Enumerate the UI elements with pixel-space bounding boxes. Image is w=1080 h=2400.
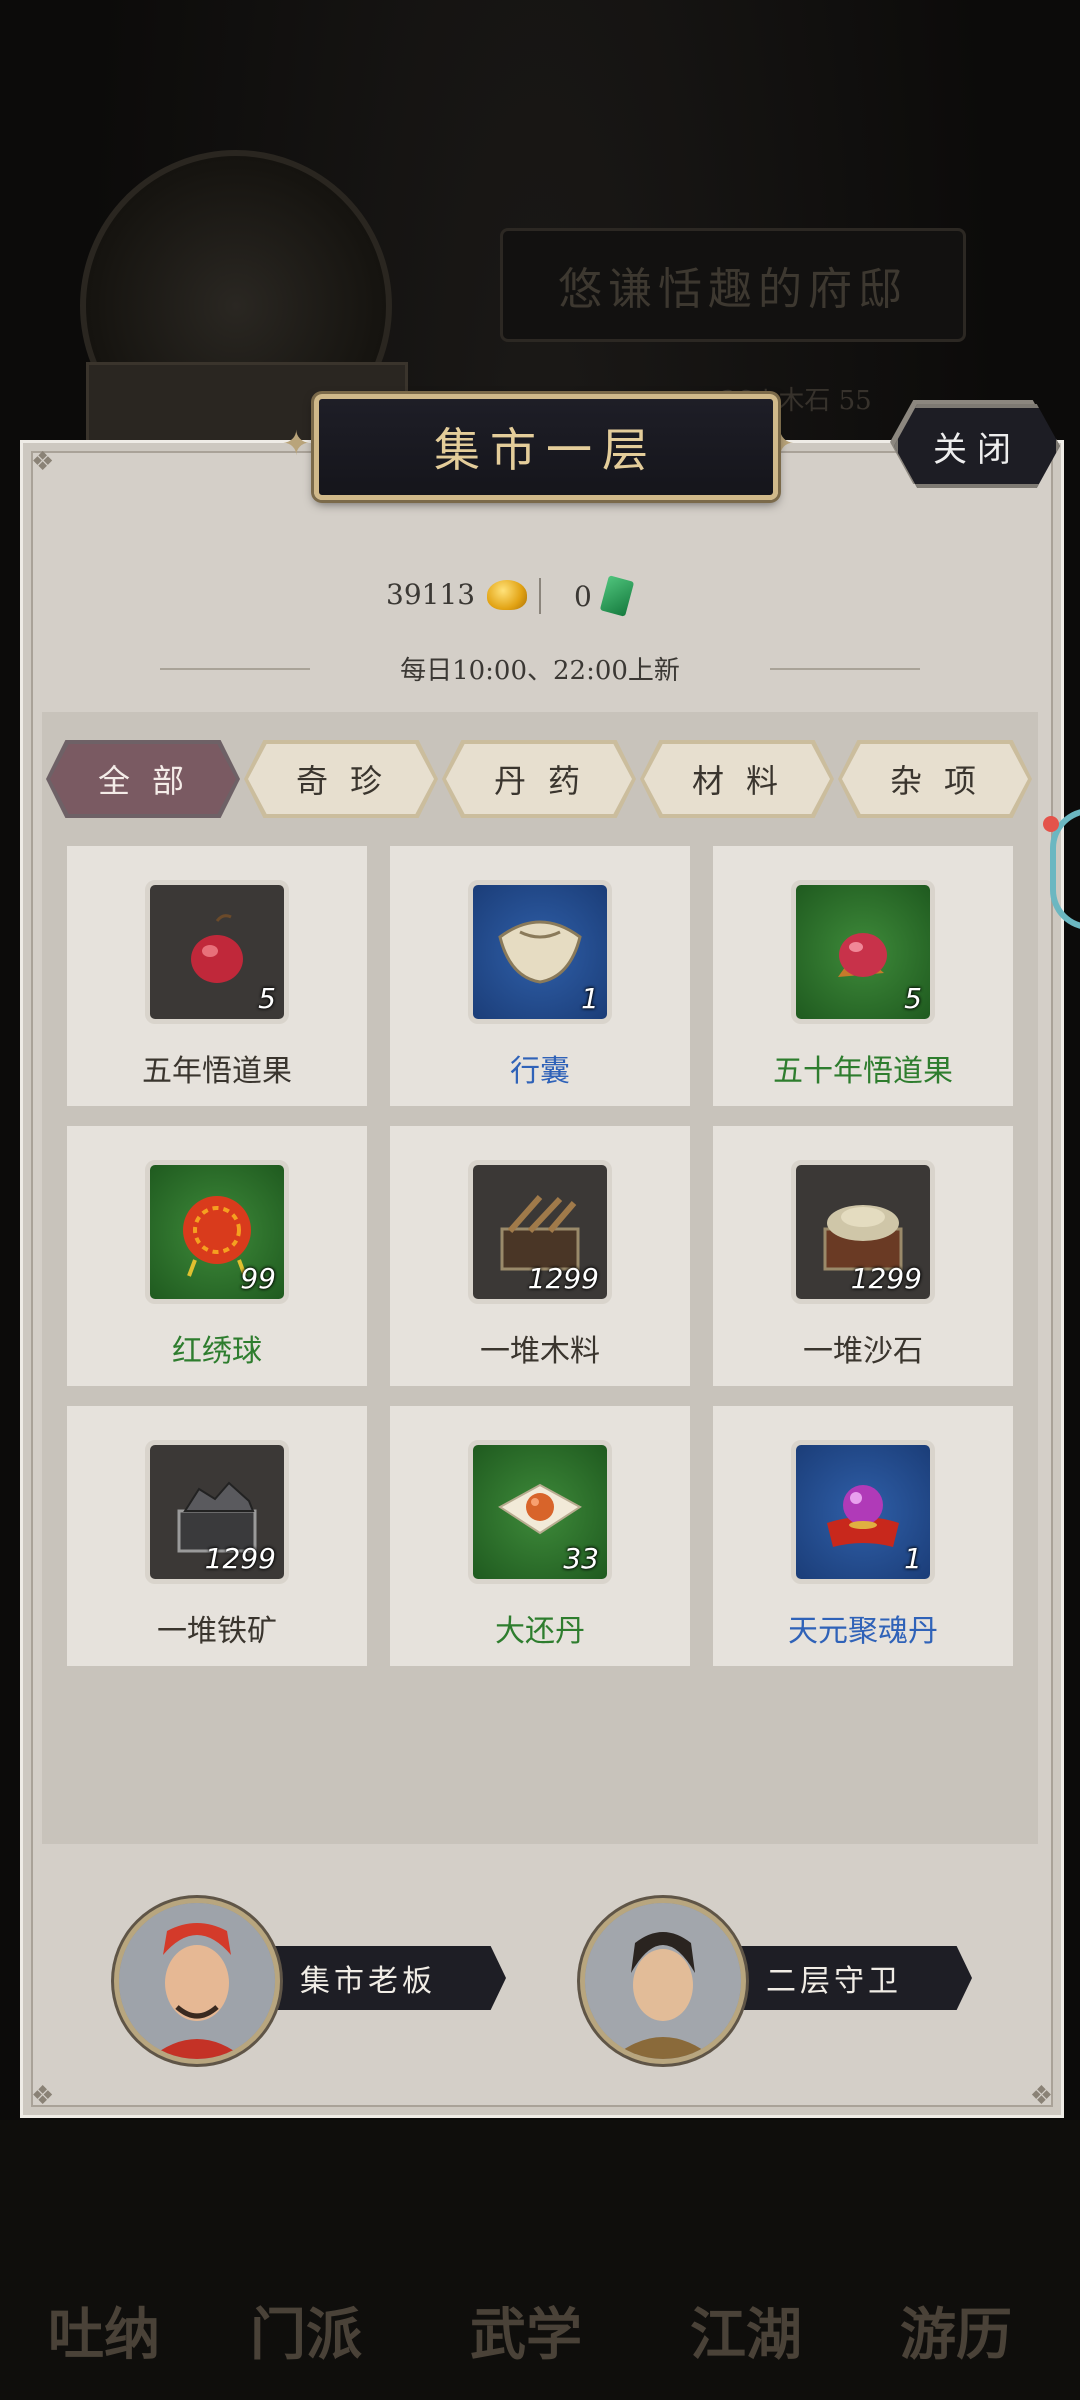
- item-quantity: 5: [904, 982, 922, 1015]
- tab-misc[interactable]: 杂项: [842, 744, 1028, 814]
- corner-ornament-icon: ❖: [1029, 2081, 1053, 2111]
- currency-divider: [539, 578, 541, 614]
- item-frame: 33: [468, 1440, 612, 1584]
- item-frame: 1299: [791, 1160, 935, 1304]
- item-card-yidui-shashi[interactable]: 1299 一堆沙石: [713, 1126, 1013, 1386]
- item-frame: 99: [145, 1160, 289, 1304]
- gold-currency: 39113: [386, 578, 528, 611]
- corner-ornament-icon: ❖: [31, 447, 55, 477]
- jade-ticket-icon: [599, 575, 635, 617]
- item-quantity: 1: [904, 1542, 922, 1575]
- nav-item-jianghu[interactable]: 江湖: [690, 2290, 802, 2371]
- item-card-yidui-tiekuang[interactable]: 1299 一堆铁矿: [67, 1406, 367, 1666]
- guard-portrait-icon: [585, 1903, 741, 2059]
- item-card-wushinian-wudaoguo[interactable]: 5 五十年悟道果: [713, 846, 1013, 1106]
- nav-item-sect[interactable]: 门派: [250, 2290, 362, 2371]
- item-card-dahuandan[interactable]: 33 大还丹: [390, 1406, 690, 1666]
- item-quantity: 99: [240, 1262, 276, 1295]
- item-quantity: 5: [258, 982, 276, 1015]
- second-floor-guard-avatar[interactable]: [580, 1898, 746, 2064]
- item-name: 一堆沙石: [803, 1334, 923, 1369]
- item-name: 天元聚魂丹: [788, 1614, 938, 1649]
- tab-materials[interactable]: 材料: [644, 744, 830, 814]
- tab-all[interactable]: 全部: [50, 744, 236, 814]
- gold-amount: 39113: [386, 578, 476, 611]
- market-boss-avatar[interactable]: [114, 1898, 280, 2064]
- jade-amount: 0: [574, 579, 592, 613]
- item-card-hongxiuqiu[interactable]: 99 红绣球: [67, 1126, 367, 1386]
- item-frame: 5: [791, 880, 935, 1024]
- item-name: 行囊: [510, 1054, 570, 1089]
- tab-pills[interactable]: 丹药: [446, 744, 632, 814]
- background-house-title: 悠谦恬趣的府邸: [500, 228, 966, 342]
- item-name: 红绣球: [172, 1334, 262, 1369]
- item-name: 一堆木料: [480, 1334, 600, 1369]
- item-quantity: 1299: [850, 1262, 922, 1295]
- item-name: 大还丹: [495, 1614, 585, 1649]
- item-frame: 5: [145, 880, 289, 1024]
- refresh-schedule-note: 每日10:00、22:00上新: [400, 656, 680, 686]
- item-quantity: 1299: [204, 1542, 276, 1575]
- market-boss-portrait-icon: [119, 1903, 275, 2059]
- item-card-yidui-muliao[interactable]: 1299 一堆木料: [390, 1126, 690, 1386]
- notification-dot: [1043, 816, 1059, 832]
- corner-ornament-icon: ❖: [31, 2081, 55, 2111]
- item-quantity: 33: [563, 1542, 599, 1575]
- item-name: 一堆铁矿: [157, 1614, 277, 1649]
- item-quantity: 1: [581, 982, 599, 1015]
- item-card-tianyuan-juhundan[interactable]: 1 天元聚魂丹: [713, 1406, 1013, 1666]
- title-ornament-left-icon: ✦: [282, 424, 311, 464]
- item-card-wunian-wudaoguo[interactable]: 5 五年悟道果: [67, 846, 367, 1106]
- jade-currency: 0: [574, 575, 635, 617]
- close-button[interactable]: 关闭: [894, 404, 1060, 488]
- item-frame: 1299: [145, 1440, 289, 1584]
- tab-treasures[interactable]: 奇珍: [248, 744, 434, 814]
- item-quantity: 1299: [527, 1262, 599, 1295]
- item-frame: 1299: [468, 1160, 612, 1304]
- nav-item-travel[interactable]: 游历: [900, 2290, 1012, 2371]
- npc-market-boss-button[interactable]: 集市老板: [250, 1946, 506, 2010]
- item-card-xingnang[interactable]: 1 行囊: [390, 846, 690, 1106]
- item-frame: 1: [468, 880, 612, 1024]
- npc-second-floor-guard-button[interactable]: 二层守卫: [716, 1946, 972, 2010]
- nav-item-tuna[interactable]: 吐纳: [48, 2290, 160, 2371]
- item-frame: 1: [791, 1440, 935, 1584]
- item-name: 五年悟道果: [142, 1054, 292, 1089]
- item-name: 五十年悟道果: [773, 1054, 953, 1089]
- panel-title: 集市一层: [314, 394, 778, 500]
- nav-item-martial[interactable]: 武学: [470, 2290, 582, 2371]
- gold-ingot-icon: [487, 579, 528, 610]
